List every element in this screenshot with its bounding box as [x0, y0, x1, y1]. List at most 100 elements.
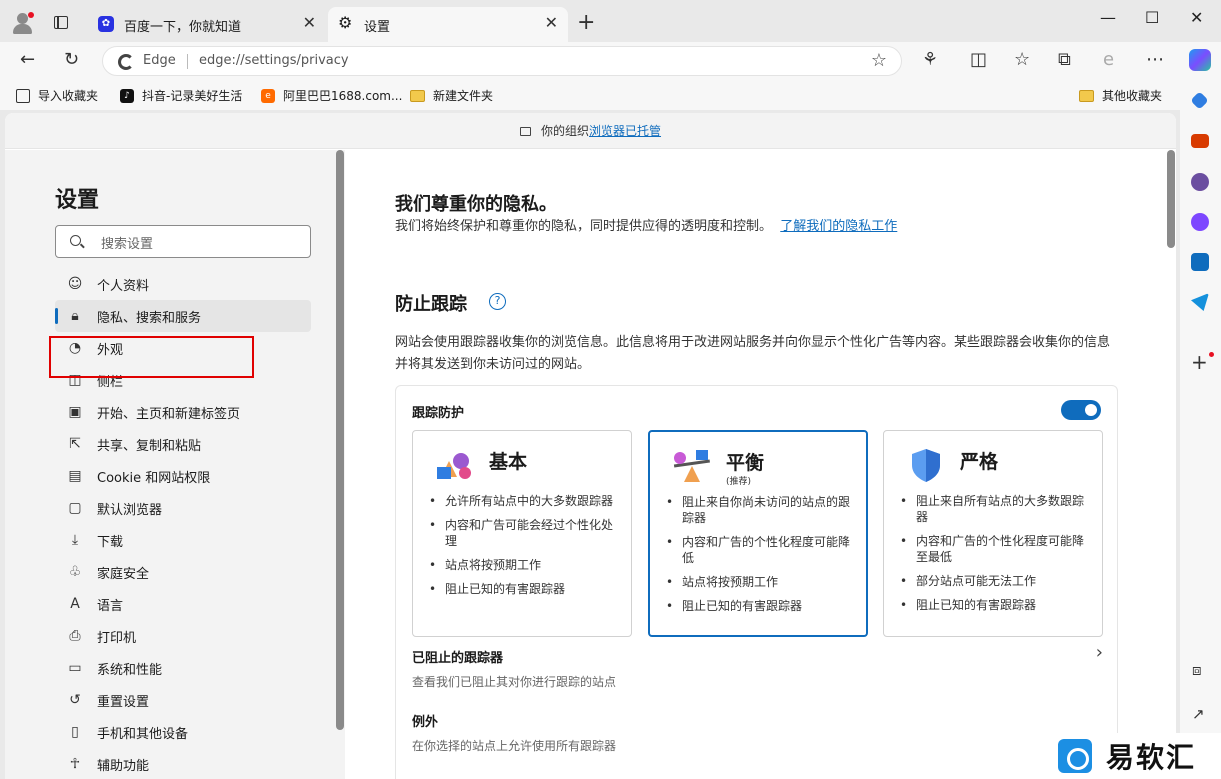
card-bullet: 站点将按预期工作: [664, 574, 860, 590]
nav-item-start-home[interactable]: ▣ 开始、主页和新建标签页: [55, 396, 311, 428]
card-bullet: 允许所有站点中的大多数跟踪器: [427, 493, 623, 509]
nav-item-reset[interactable]: ↺ 重置设置: [55, 684, 311, 716]
accessibility-icon: ☥: [69, 756, 81, 772]
fav-alibaba[interactable]: e 阿里巴巴1688.com...: [261, 87, 402, 104]
tracking-prevention-panel: 跟踪防护 基本 允许所有站点中的大多数跟踪器 内容和广告可能会经过个性化处理 站…: [395, 385, 1118, 779]
toolbox-icon[interactable]: [1191, 134, 1209, 148]
tab-title: 设置: [364, 20, 391, 35]
split-screen-icon[interactable]: ◫: [970, 50, 987, 70]
card-bullets: 阻止来自你尚未访问的站点的跟踪器 内容和广告的个性化程度可能降低 站点将按预期工…: [664, 494, 860, 622]
copilot-icon[interactable]: [1189, 49, 1211, 71]
card-strict[interactable]: 严格 阻止来自所有站点的大多数跟踪器 内容和广告的个性化程度可能降至最低 部分站…: [883, 430, 1103, 637]
browser-icon: ▢: [68, 500, 82, 516]
nav-item-cookies[interactable]: ▤ Cookie 和网站权限: [55, 460, 311, 492]
privacy-main: 我们尊重你的隐私。 我们将始终保护和尊重你的隐私，同时提供应得的透明度和控制。 …: [345, 150, 1176, 779]
address-url[interactable]: edge://settings/privacy: [199, 53, 349, 68]
fav-new-folder[interactable]: 新建文件夹: [410, 87, 493, 104]
chevron-right-icon[interactable]: ›: [1096, 642, 1103, 663]
close-window-button[interactable]: ✕: [1190, 8, 1203, 27]
close-icon[interactable]: ✕: [545, 13, 558, 32]
card-recommended: (推荐): [726, 477, 752, 487]
games-icon[interactable]: [1191, 173, 1209, 191]
tab-settings[interactable]: ⚙ 设置 ✕: [328, 7, 568, 42]
address-bar[interactable]: Edge edge://settings/privacy ☆: [102, 46, 902, 76]
open-external-icon[interactable]: ↗: [1192, 704, 1205, 724]
add-icon[interactable]: +: [1191, 352, 1208, 372]
blocked-trackers-title[interactable]: 已阻止的跟踪器: [412, 647, 503, 666]
tracking-toggle[interactable]: [1061, 400, 1101, 420]
privacy-link[interactable]: 了解我们的隐私工作: [780, 219, 897, 234]
help-icon[interactable]: ?: [489, 293, 506, 310]
privacy-description: 我们将始终保护和尊重你的隐私，同时提供应得的透明度和控制。 了解我们的隐私工作: [395, 217, 935, 237]
watermark-text: 易软汇: [1106, 741, 1197, 774]
profile-icon[interactable]: [10, 10, 36, 36]
favorites-icon[interactable]: ☆: [1014, 50, 1030, 70]
card-bullet: 阻止来自你尚未访问的站点的跟踪器: [664, 494, 860, 526]
notification-dot: [1209, 352, 1214, 357]
highlight-annotation: [49, 336, 254, 378]
tab-actions-icon[interactable]: [54, 16, 68, 29]
shapes-icon: [437, 453, 471, 479]
nav-item-profile[interactable]: ☺ 个人资料: [55, 268, 311, 300]
back-button[interactable]: ←: [20, 50, 35, 70]
screenshot-icon[interactable]: ⧈: [1192, 660, 1202, 680]
nav-item-default-browser[interactable]: ▢ 默认浏览器: [55, 492, 311, 524]
office-icon[interactable]: [1191, 213, 1209, 231]
more-menu-icon[interactable]: ⋯: [1146, 50, 1164, 70]
search-icon: [70, 235, 81, 246]
nav-item-languages[interactable]: A 语言: [55, 588, 311, 620]
import-icon: [16, 88, 30, 103]
favorite-star-icon[interactable]: ☆: [871, 50, 887, 71]
settings-nav: 设置 搜索设置 ☺ 个人资料 🔒︎ 隐私、搜索和服务 ◔ 外观 ◫ 侧栏 ▣ 开始、主页和…: [5, 150, 345, 779]
card-name: 平衡: [726, 452, 765, 474]
maximize-button[interactable]: ☐: [1145, 8, 1159, 27]
extensions-icon[interactable]: ⚘: [922, 50, 938, 70]
nav-label: Cookie 和网站权限: [97, 471, 211, 486]
card-bullet: 内容和广告可能会经过个性化处理: [427, 517, 623, 549]
minimize-button[interactable]: —: [1100, 8, 1116, 27]
search-placeholder: 搜索设置: [101, 237, 154, 252]
card-bullet: 内容和广告的个性化程度可能降低: [664, 534, 860, 566]
managed-link[interactable]: 浏览器已托管: [589, 124, 661, 138]
search-input[interactable]: 搜索设置: [55, 225, 311, 258]
nav-item-accessibility[interactable]: ☥ 辅助功能: [55, 748, 311, 779]
nav-item-family[interactable]: ♧ 家庭安全: [55, 556, 311, 588]
blocked-trackers-desc: 查看我们已阻止其对你进行跟踪的站点: [412, 675, 617, 689]
card-balanced[interactable]: 平衡 (推荐) 阻止来自你尚未访问的站点的跟踪器 内容和广告的个性化程度可能降低…: [648, 430, 868, 637]
collections-icon[interactable]: ⧉: [1058, 50, 1071, 70]
fav-label: 导入收藏夹: [38, 89, 99, 103]
new-tab-button[interactable]: +: [577, 10, 595, 35]
tab-baidu[interactable]: ✿ 百度一下，你就知道 ✕: [88, 7, 326, 42]
send-icon[interactable]: [1191, 293, 1209, 311]
nav-item-printers[interactable]: ⎙ 打印机: [55, 620, 311, 652]
nav-item-phone[interactable]: ▯ 手机和其他设备: [55, 716, 311, 748]
card-bullet: 内容和广告的个性化程度可能降至最低: [898, 533, 1094, 565]
nav-scrollbar[interactable]: [336, 150, 344, 730]
card-basic[interactable]: 基本 允许所有站点中的大多数跟踪器 内容和广告可能会经过个性化处理 站点将按预期…: [412, 430, 632, 637]
ie-mode-icon[interactable]: e: [1103, 50, 1114, 70]
exceptions-title[interactable]: 例外: [412, 711, 438, 730]
fav-label: 新建文件夹: [433, 89, 494, 103]
outlook-icon[interactable]: [1191, 253, 1209, 271]
card-bullets: 允许所有站点中的大多数跟踪器 内容和广告可能会经过个性化处理 站点将按预期工作 …: [427, 493, 623, 605]
refresh-button[interactable]: ↻: [64, 50, 79, 70]
nav-item-downloads[interactable]: ⤓ 下载: [55, 524, 311, 556]
fav-douyin[interactable]: ♪ 抖音-记录美好生活: [120, 87, 242, 104]
main-scrollbar[interactable]: [1167, 150, 1175, 248]
tag-icon[interactable]: [1190, 91, 1209, 110]
nav-item-privacy[interactable]: 🔒︎ 隐私、搜索和服务: [55, 300, 311, 332]
share-icon: ⇱: [69, 436, 81, 452]
fav-label: 抖音-记录美好生活: [142, 89, 243, 103]
close-icon[interactable]: ✕: [303, 13, 316, 32]
printer-icon: ⎙: [69, 628, 81, 644]
fav-other-folder[interactable]: 其他收藏夹: [1079, 87, 1162, 104]
fav-import[interactable]: 导入收藏夹: [16, 87, 98, 104]
nav-label: 隐私、搜索和服务: [97, 311, 202, 326]
phone-icon: ▯: [71, 724, 79, 740]
folder-icon: [410, 89, 425, 102]
nav-label: 家庭安全: [97, 567, 150, 582]
managed-banner: 你的组织浏览器已托管: [5, 113, 1176, 149]
settings-title: 设置: [55, 188, 100, 213]
nav-item-system[interactable]: ▭ 系统和性能: [55, 652, 311, 684]
nav-item-share[interactable]: ⇱ 共享、复制和粘贴: [55, 428, 311, 460]
